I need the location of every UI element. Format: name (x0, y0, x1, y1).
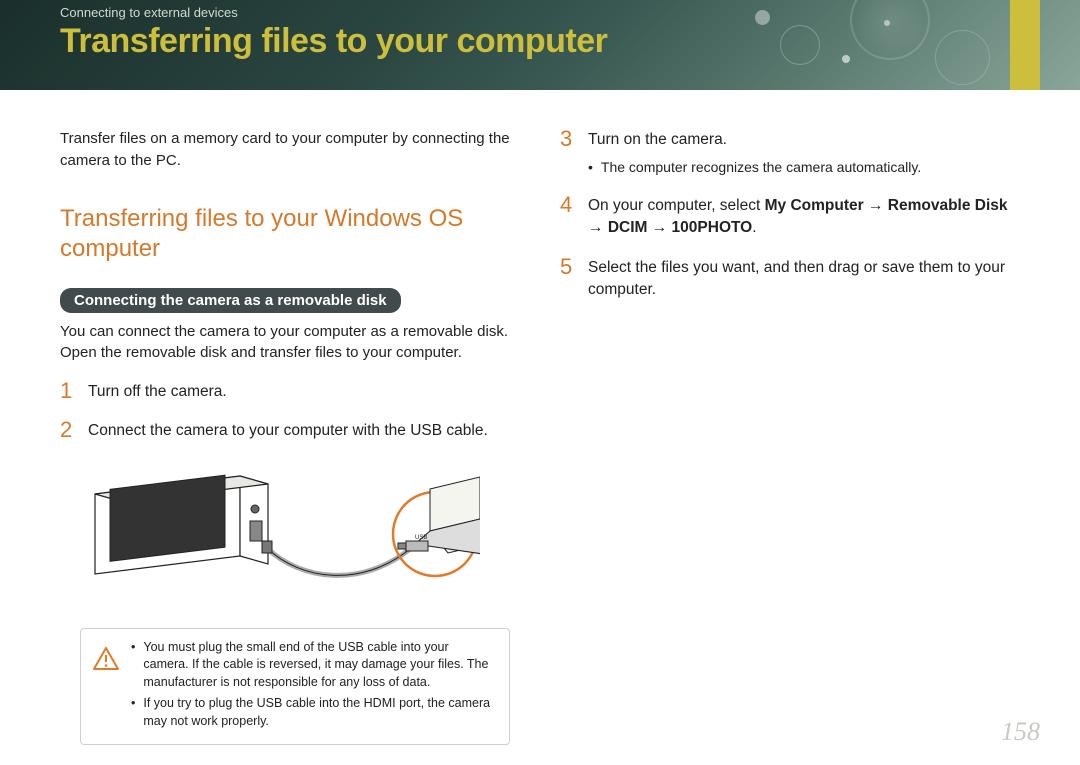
page-title: Transferring files to your computer (60, 22, 1020, 61)
steps-list-left: 1 Turn off the camera. 2 Connect the cam… (60, 380, 520, 443)
breadcrumb: Connecting to external devices (60, 5, 1020, 20)
step-number: 3 (560, 128, 574, 178)
warning-icon (93, 647, 119, 677)
topic-description: You can connect the camera to your compu… (60, 321, 520, 365)
step-number: 1 (60, 380, 74, 403)
step-4: 4 On your computer, select My Computer →… (560, 194, 1020, 240)
step-sub-bullet: The computer recognizes the camera autom… (588, 157, 921, 177)
step-number: 5 (560, 256, 574, 302)
step-number: 2 (60, 419, 74, 442)
step-text: Select the files you want, and then drag… (588, 256, 1020, 302)
svg-text:USB: USB (415, 535, 427, 541)
page-number: 158 (1001, 717, 1040, 747)
step-text: On your computer, select My Computer → R… (588, 194, 1020, 240)
section-heading: Transferring files to your Windows OS co… (60, 204, 520, 264)
step-2: 2 Connect the camera to your computer wi… (60, 419, 520, 442)
step-3: 3 Turn on the camera. The computer recog… (560, 128, 1020, 178)
left-column: Transfer files on a memory card to your … (60, 128, 520, 745)
step-text: Turn on the camera. The computer recogni… (588, 128, 921, 178)
step-number: 4 (560, 194, 574, 240)
page-header: Connecting to external devices Transferr… (0, 0, 1080, 90)
warning-box: You must plug the small end of the USB c… (80, 628, 510, 746)
content-area: Transfer files on a memory card to your … (0, 90, 1080, 745)
topic-pill: Connecting the camera as a removable dis… (60, 288, 401, 313)
step-text: Turn off the camera. (88, 380, 227, 403)
right-column: 3 Turn on the camera. The computer recog… (560, 128, 1020, 745)
intro-text: Transfer files on a memory card to your … (60, 128, 520, 172)
steps-list-right: 3 Turn on the camera. The computer recog… (560, 128, 1020, 302)
warning-item: If you try to plug the USB cable into th… (131, 695, 495, 730)
step-5: 5 Select the files you want, and then dr… (560, 256, 1020, 302)
step-1: 1 Turn off the camera. (60, 380, 520, 403)
usb-connection-illustration: USB (80, 459, 480, 614)
step-text: Connect the camera to your computer with… (88, 419, 488, 442)
warning-item: You must plug the small end of the USB c… (131, 639, 495, 692)
